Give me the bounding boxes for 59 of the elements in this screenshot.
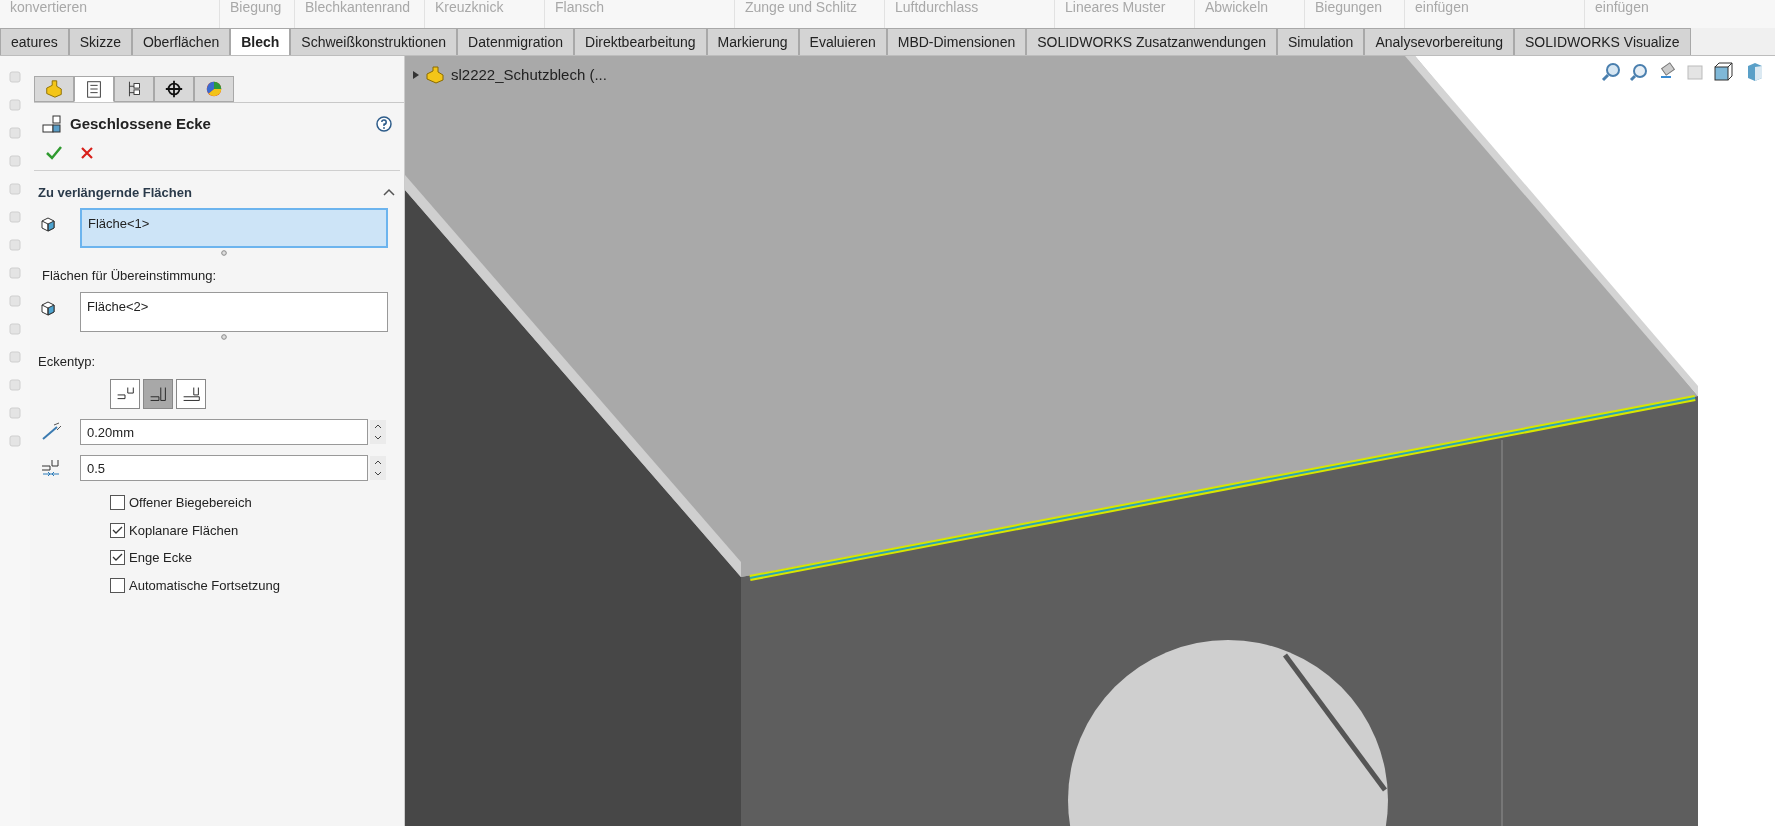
checkbox-label[interactable]: Koplanare Flächen <box>129 520 239 540</box>
overlap-ratio-icon <box>40 458 62 478</box>
resize-handle-icon[interactable] <box>221 250 227 256</box>
checkbox-label[interactable]: Enge Ecke <box>129 548 192 568</box>
ribbon-tab[interactable]: Evaluieren <box>798 28 887 55</box>
checkbox[interactable] <box>110 495 125 511</box>
field-label: Eckentyp: <box>37 352 97 371</box>
ribbon-tab[interactable]: Datenmigration <box>457 28 575 55</box>
confirm-icon[interactable] <box>46 145 62 160</box>
properties-icon <box>84 79 104 99</box>
part-icon <box>44 79 64 99</box>
selection-field[interactable]: Fläche<2> <box>80 291 388 332</box>
cancel-icon[interactable] <box>80 145 94 160</box>
ribbon-tab[interactable]: Oberflächen <box>131 28 231 55</box>
display-style-icon[interactable] <box>1745 62 1765 82</box>
ribbon-tab[interactable]: Schweißkonstruktionen <box>290 28 458 55</box>
resize-handle-icon[interactable] <box>221 333 227 340</box>
ribbon-tab[interactable]: Analysevorbereitung <box>1364 28 1514 55</box>
number-input[interactable]: 0.20mm <box>80 419 368 445</box>
checkbox[interactable] <box>110 577 125 593</box>
ribbon-tab[interactable]: Markierung <box>706 28 799 55</box>
corner-type-button[interactable] <box>110 379 140 409</box>
zoom-to-fit-icon[interactable] <box>1601 62 1621 82</box>
ribbon-tab[interactable]: eatures <box>0 28 69 55</box>
checkbox-label[interactable]: Offener Biegebereich <box>129 493 252 513</box>
panel-tab[interactable] <box>74 76 114 102</box>
selection-field[interactable]: Fläche<1> <box>80 208 388 248</box>
closed-corner-icon <box>42 115 62 134</box>
corner-type-button[interactable] <box>143 379 173 409</box>
spinner-icon[interactable] <box>370 456 386 480</box>
face-icon <box>40 216 56 232</box>
checkbox[interactable] <box>110 522 125 538</box>
caret-icon[interactable] <box>413 71 419 80</box>
number-input[interactable]: 0.5 <box>80 455 368 481</box>
ribbon-tab[interactable]: SOLIDWORKS Zusatzanwendungen <box>1026 28 1277 55</box>
ribbon-tab[interactable]: Simulation <box>1277 28 1365 55</box>
ribbon-tab[interactable]: Blech <box>230 28 291 55</box>
section-title[interactable]: Zu verlängernde Flächen <box>38 182 192 202</box>
zoom-area-icon[interactable] <box>1629 62 1649 82</box>
ribbon-tab[interactable]: Direktbearbeitung <box>574 28 707 55</box>
ribbon-tab[interactable]: Skizze <box>68 28 132 55</box>
collapse-icon[interactable] <box>382 187 396 198</box>
checkbox-label[interactable]: Automatische Fortsetzung <box>129 575 281 595</box>
feature-tree-item[interactable]: sl2222_Schutzblech (... <box>451 64 607 87</box>
help-icon[interactable] <box>376 116 392 133</box>
part-icon <box>425 66 445 85</box>
corner-type-button[interactable] <box>176 379 206 409</box>
ribbon-tab[interactable]: SOLIDWORKS Visualize <box>1514 28 1691 55</box>
panel-tab[interactable] <box>154 76 194 102</box>
appearance-icon <box>204 79 224 99</box>
panel-tab[interactable] <box>114 76 154 102</box>
spinner-icon[interactable] <box>370 420 386 444</box>
target-icon <box>164 79 184 99</box>
field-label: Flächen für Übereinstimmung: <box>41 267 218 285</box>
gap-distance-icon <box>40 422 62 442</box>
ribbon-tab[interactable]: MBD-Dimensionen <box>886 28 1027 55</box>
panel-title: Geschlossene Ecke <box>70 114 212 134</box>
face-icon <box>40 299 56 316</box>
checkbox[interactable] <box>110 550 125 566</box>
